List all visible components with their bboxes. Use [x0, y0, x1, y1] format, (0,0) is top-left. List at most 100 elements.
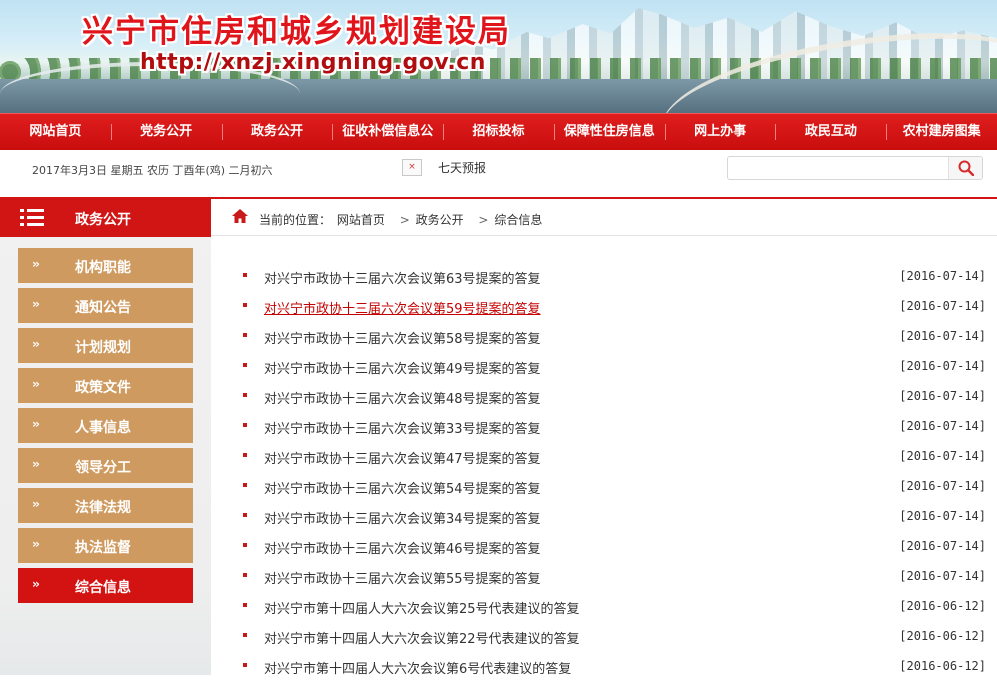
nav-item-party-affairs[interactable]: 党务公开: [110, 114, 222, 150]
sidebar-item-plans[interactable]: ›› 计划规划: [18, 328, 193, 363]
list-item: 对兴宁市政协十三届六次会议第59号提案的答复 [2016-07-14]: [211, 291, 997, 321]
sidebar-item-label: 机构职能: [75, 260, 131, 276]
list-item: 对兴宁市政协十三届六次会议第48号提案的答复 [2016-07-14]: [211, 381, 997, 411]
sidebar: 政务公开 ›› 机构职能 ›› 通知公告 ›› 计划规划 ›› 政策文件 ›› …: [0, 199, 211, 675]
chevron-right-icon: ››: [32, 257, 40, 271]
main-nav: 网站首页 党务公开 政务公开 征收补偿信息公 招标投标 保障性住房信息 网上办事…: [0, 113, 997, 150]
chevron-right-icon: ››: [32, 377, 40, 391]
nav-item-government-affairs[interactable]: 政务公开: [221, 114, 333, 150]
search-icon: [958, 160, 974, 176]
sidebar-header: 政务公开: [0, 199, 211, 237]
home-icon: [232, 209, 248, 223]
sidebar-item-policy-documents[interactable]: ›› 政策文件: [18, 368, 193, 403]
nav-item-online-services[interactable]: 网上办事: [664, 114, 776, 150]
article-date: [2016-06-12]: [899, 629, 986, 643]
search-box: [727, 156, 983, 180]
list-item: 对兴宁市政协十三届六次会议第49号提案的答复 [2016-07-14]: [211, 351, 997, 381]
bullet-icon: [243, 393, 247, 397]
article-title-link[interactable]: 对兴宁市政协十三届六次会议第54号提案的答复: [264, 478, 541, 497]
article-date: [2016-07-14]: [899, 569, 986, 583]
article-title-link[interactable]: 对兴宁市政协十三届六次会议第47号提案的答复: [264, 448, 541, 467]
article-title-link[interactable]: 对兴宁市第十四届人大六次会议第22号代表建议的答复: [264, 628, 580, 647]
chevron-right-icon: ››: [32, 457, 40, 471]
breadcrumb-home[interactable]: 网站首页: [337, 213, 385, 227]
sidebar-menu: ›› 机构职能 ›› 通知公告 ›› 计划规划 ›› 政策文件 ›› 人事信息 …: [18, 248, 193, 608]
weather-forecast-link[interactable]: 七天预报: [438, 159, 486, 176]
sidebar-item-general-info[interactable]: ›› 综合信息: [18, 568, 193, 603]
article-title-link[interactable]: 对兴宁市政协十三届六次会议第33号提案的答复: [264, 418, 541, 437]
breadcrumb-separator: >: [399, 213, 410, 227]
list-item: 对兴宁市第十四届人大六次会议第25号代表建议的答复 [2016-06-12]: [211, 591, 997, 621]
site-banner: 兴宁市住房和城乡规划建设局 http://xnzj.xingning.gov.c…: [0, 0, 997, 113]
nav-item-compensation-info[interactable]: 征收补偿信息公: [332, 114, 443, 150]
article-title-link[interactable]: 对兴宁市政协十三届六次会议第34号提案的答复: [264, 508, 541, 527]
list-item: 对兴宁市政协十三届六次会议第34号提案的答复 [2016-07-14]: [211, 501, 997, 531]
list-item: 对兴宁市政协十三届六次会议第58号提案的答复 [2016-07-14]: [211, 321, 997, 351]
article-title-link[interactable]: 对兴宁市政协十三届六次会议第48号提案的答复: [264, 388, 541, 407]
article-date: [2016-07-14]: [899, 359, 986, 373]
sidebar-item-law-enforcement[interactable]: ›› 执法监督: [18, 528, 193, 563]
breadcrumb: 当前的位置： 网站首页 > 政务公开 > 综合信息: [211, 199, 997, 236]
nav-item-rural-housing-atlas[interactable]: 农村建房图集: [886, 114, 997, 150]
article-date: [2016-06-12]: [899, 599, 986, 613]
list-item: 对兴宁市政协十三届六次会议第47号提案的答复 [2016-07-14]: [211, 441, 997, 471]
sidebar-item-label: 综合信息: [75, 580, 131, 596]
article-date: [2016-07-14]: [899, 269, 986, 283]
list-item: 对兴宁市政协十三届六次会议第63号提案的答复 [2016-07-14]: [211, 261, 997, 291]
nav-item-bidding[interactable]: 招标投标: [443, 114, 554, 150]
nav-item-home[interactable]: 网站首页: [0, 114, 111, 150]
chevron-right-icon: ››: [32, 337, 40, 351]
breadcrumb-government-affairs[interactable]: 政务公开: [416, 213, 464, 227]
sidebar-item-leadership-duties[interactable]: ›› 领导分工: [18, 448, 193, 483]
breadcrumb-separator: >: [478, 213, 489, 227]
sidebar-item-laws-regulations[interactable]: ›› 法律法规: [18, 488, 193, 523]
article-date: [2016-07-14]: [899, 299, 986, 313]
article-date: [2016-07-14]: [899, 419, 986, 433]
weather-widget-close-icon[interactable]: ×: [402, 159, 422, 176]
article-title-link[interactable]: 对兴宁市政协十三届六次会议第58号提案的答复: [264, 328, 541, 347]
article-title-link[interactable]: 对兴宁市政协十三届六次会议第46号提案的答复: [264, 538, 541, 557]
bullet-icon: [243, 513, 247, 517]
sidebar-item-label: 政策文件: [75, 380, 131, 396]
article-title-link[interactable]: 对兴宁市第十四届人大六次会议第25号代表建议的答复: [264, 598, 580, 617]
chevron-right-icon: ››: [32, 417, 40, 431]
chevron-right-icon: ››: [32, 497, 40, 511]
article-title-link[interactable]: 对兴宁市政协十三届六次会议第59号提案的答复: [264, 298, 541, 317]
menu-list-icon: [20, 208, 44, 228]
bullet-icon: [243, 303, 247, 307]
sidebar-item-notices[interactable]: ›› 通知公告: [18, 288, 193, 323]
article-title-link[interactable]: 对兴宁市政协十三届六次会议第49号提案的答复: [264, 358, 541, 377]
article-list: 对兴宁市政协十三届六次会议第63号提案的答复 [2016-07-14] 对兴宁市政协…: [211, 261, 997, 681]
article-title-link[interactable]: 对兴宁市政协十三届六次会议第63号提案的答复: [264, 268, 541, 287]
nav-item-public-interaction[interactable]: 政民互动: [775, 114, 886, 150]
nav-item-affordable-housing[interactable]: 保障性住房信息: [553, 114, 665, 150]
chevron-right-icon: ››: [32, 537, 40, 551]
article-date: [2016-07-14]: [899, 479, 986, 493]
main-content: 当前的位置： 网站首页 > 政务公开 > 综合信息 对兴宁市政协十三届六次会议第…: [211, 199, 997, 677]
list-item: 对兴宁市第十四届人大六次会议第22号代表建议的答复 [2016-06-12]: [211, 621, 997, 651]
bullet-icon: [243, 363, 247, 367]
article-date: [2016-07-14]: [899, 449, 986, 463]
article-date: [2016-06-12]: [899, 659, 986, 673]
breadcrumb-text: 当前的位置： 网站首页 > 政务公开 > 综合信息: [259, 211, 544, 228]
sidebar-item-label: 通知公告: [75, 300, 131, 316]
list-item: 对兴宁市政协十三届六次会议第54号提案的答复 [2016-07-14]: [211, 471, 997, 501]
breadcrumb-general-info[interactable]: 综合信息: [494, 213, 542, 227]
chevron-right-icon: ››: [32, 577, 40, 591]
current-date: 2017年3月3日 星期五 农历 丁酉年(鸡) 二月初六: [32, 164, 273, 177]
bullet-icon: [243, 633, 247, 637]
article-title-link[interactable]: 对兴宁市第十四届人大六次会议第6号代表建议的答复: [264, 658, 571, 677]
sidebar-item-label: 计划规划: [75, 340, 131, 356]
sidebar-item-personnel-info[interactable]: ›› 人事信息: [18, 408, 193, 443]
bullet-icon: [243, 483, 247, 487]
bullet-icon: [243, 333, 247, 337]
search-button[interactable]: [948, 157, 982, 179]
search-input[interactable]: [732, 159, 944, 177]
bullet-icon: [243, 543, 247, 547]
article-date: [2016-07-14]: [899, 389, 986, 403]
sidebar-item-institutional-functions[interactable]: ›› 机构职能: [18, 248, 193, 283]
bullet-icon: [243, 423, 247, 427]
bullet-icon: [243, 273, 247, 277]
article-title-link[interactable]: 对兴宁市政协十三届六次会议第55号提案的答复: [264, 568, 541, 587]
bullet-icon: [243, 603, 247, 607]
